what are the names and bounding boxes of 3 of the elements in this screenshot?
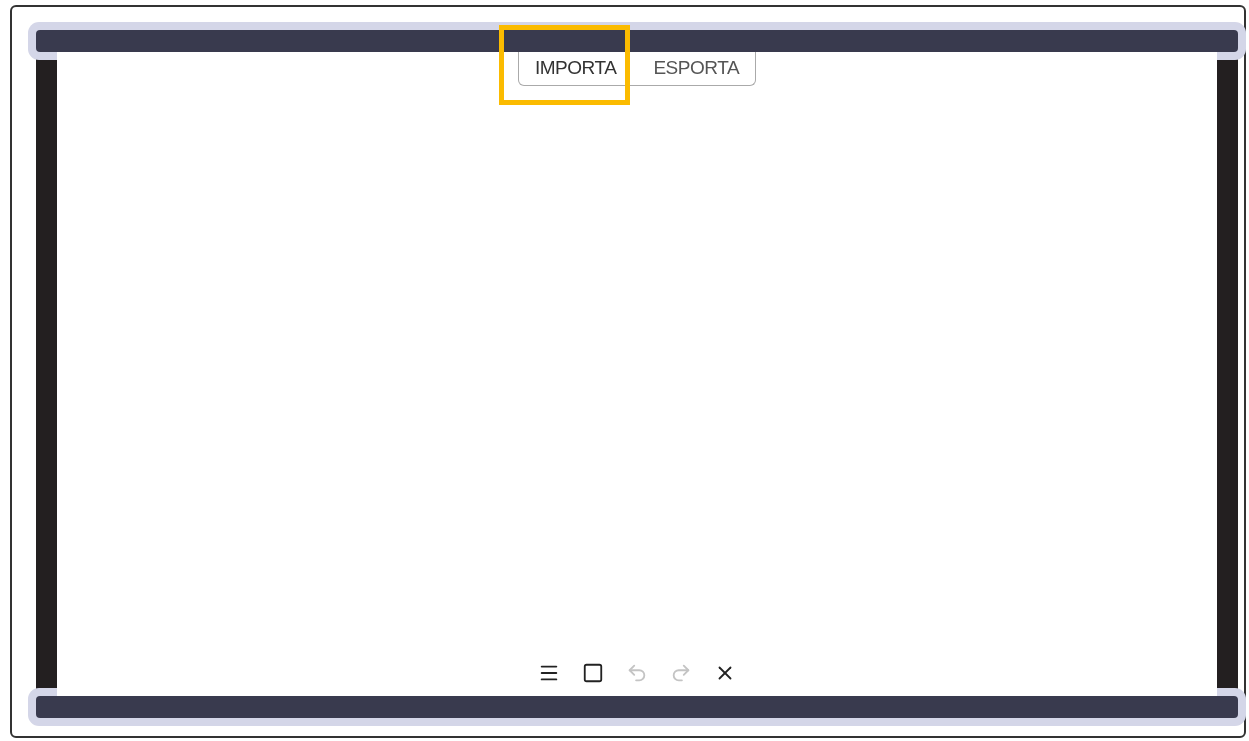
- tab[interactable]: ESPORTA: [653, 56, 740, 80]
- tab[interactable]: IMPORTA: [534, 56, 617, 80]
- square-icon[interactable]: [582, 662, 604, 684]
